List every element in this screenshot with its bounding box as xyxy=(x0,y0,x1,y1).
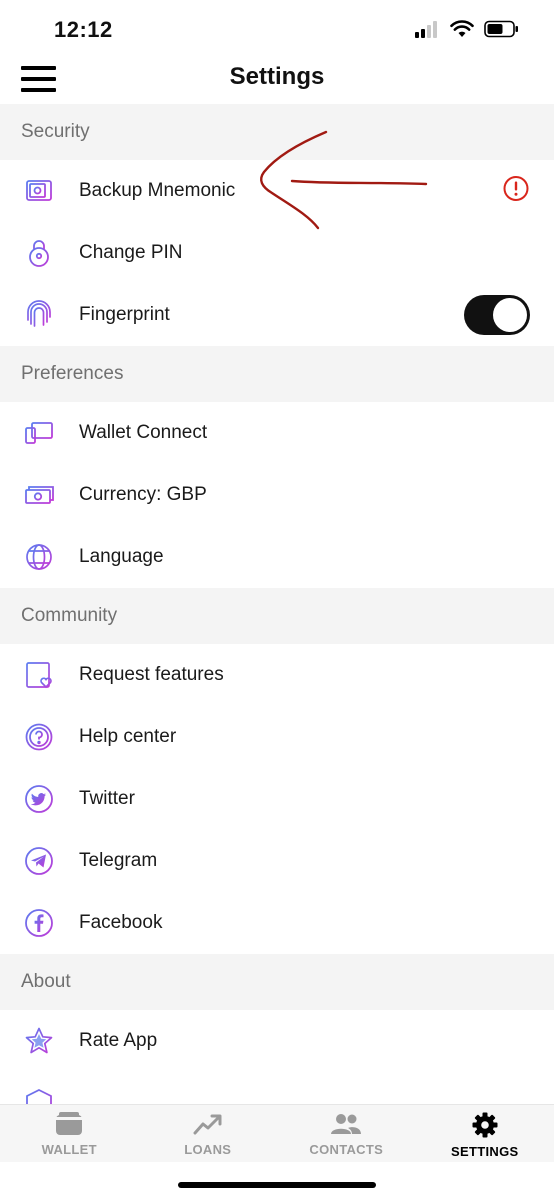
tab-settings[interactable]: SETTINGS xyxy=(416,1105,554,1162)
telegram-label: Telegram xyxy=(79,850,158,871)
globe-icon xyxy=(24,542,54,572)
fingerprint-row[interactable]: Fingerprint xyxy=(0,284,554,346)
facebook-label: Facebook xyxy=(79,912,163,933)
facebook-row[interactable]: Facebook xyxy=(0,892,554,954)
warning-icon xyxy=(502,175,530,208)
tab-loans[interactable]: LOANS xyxy=(139,1105,278,1162)
star-icon xyxy=(24,1026,54,1056)
tab-wallet-label: WALLET xyxy=(41,1142,97,1157)
fingerprint-icon xyxy=(24,300,54,330)
people-icon xyxy=(331,1114,362,1134)
trend-up-icon xyxy=(193,1114,222,1135)
telegram-icon xyxy=(24,846,54,876)
backup-mnemonic-row[interactable]: Backup Mnemonic xyxy=(0,160,554,222)
language-label: Language xyxy=(79,546,164,567)
fingerprint-label: Fingerprint xyxy=(79,304,170,325)
banknotes-icon xyxy=(24,480,54,510)
help-icon xyxy=(24,722,54,752)
help-center-row[interactable]: Help center xyxy=(0,706,554,768)
telegram-row[interactable]: Telegram xyxy=(0,830,554,892)
page-title: Settings xyxy=(229,63,325,90)
gear-icon xyxy=(472,1112,498,1138)
home-indicator[interactable] xyxy=(178,1182,376,1188)
tab-loans-label: LOANS xyxy=(184,1142,232,1157)
wallet-icon xyxy=(56,1112,83,1135)
bottom-tab-bar: WALLET LOANS CONTACTS SETTINGS xyxy=(0,1104,554,1162)
status-bar: 12:12 xyxy=(0,0,554,56)
language-row[interactable]: Language xyxy=(0,526,554,588)
rate-app-label: Rate App xyxy=(79,1030,158,1051)
section-header-security: Security xyxy=(0,104,554,160)
rate-app-row[interactable]: Rate App xyxy=(0,1010,554,1072)
help-center-label: Help center xyxy=(79,726,177,747)
tab-contacts-label: CONTACTS xyxy=(309,1142,384,1157)
wallet-connect-label: Wallet Connect xyxy=(79,422,208,443)
twitter-label: Twitter xyxy=(79,788,135,809)
change-pin-label: Change PIN xyxy=(79,242,183,263)
tab-contacts[interactable]: CONTACTS xyxy=(277,1105,416,1162)
home-indicator-area xyxy=(0,1162,554,1200)
cellular-signal-icon xyxy=(415,21,437,38)
section-header-preferences: Preferences xyxy=(0,346,554,402)
status-icons xyxy=(414,20,520,38)
section-header-about: About xyxy=(0,954,554,1010)
facebook-icon xyxy=(24,908,54,938)
twitter-row[interactable]: Twitter xyxy=(0,768,554,830)
battery-icon xyxy=(484,20,518,38)
lock-icon xyxy=(24,238,54,268)
toggle-knob xyxy=(493,298,527,332)
backup-mnemonic-label: Backup Mnemonic xyxy=(79,180,236,201)
change-pin-row[interactable]: Change PIN xyxy=(0,222,554,284)
tab-settings-label: SETTINGS xyxy=(451,1144,519,1159)
feature-request-icon xyxy=(24,660,54,690)
currency-row[interactable]: Currency: GBP xyxy=(0,464,554,526)
tab-wallet[interactable]: WALLET xyxy=(0,1105,139,1162)
fingerprint-toggle[interactable] xyxy=(464,295,530,335)
currency-label: Currency: GBP xyxy=(79,484,207,505)
settings-list[interactable]: Security Backup Mnemonic Change PIN Fing… xyxy=(0,104,554,1104)
wallet-connect-row[interactable]: Wallet Connect xyxy=(0,402,554,464)
status-time: 12:12 xyxy=(54,17,113,42)
twitter-icon xyxy=(24,784,54,814)
safe-icon xyxy=(24,176,54,206)
section-header-community: Community xyxy=(0,588,554,644)
nav-bar: Settings xyxy=(0,56,554,104)
partially-hidden-row[interactable] xyxy=(0,1072,554,1104)
wifi-icon xyxy=(450,20,474,37)
request-features-row[interactable]: Request features xyxy=(0,644,554,706)
partially-hidden-icon xyxy=(24,1088,54,1104)
devices-icon xyxy=(24,418,54,448)
request-features-label: Request features xyxy=(79,664,224,685)
